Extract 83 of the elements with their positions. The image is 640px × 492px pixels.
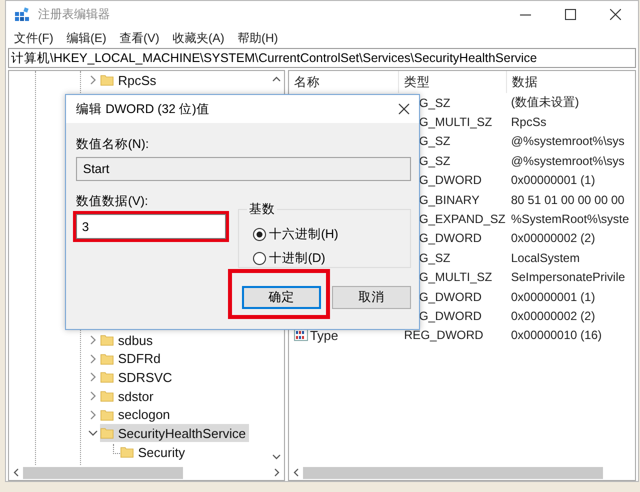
menu-item[interactable]: 文件(F) [10, 28, 62, 48]
scroll-thumb[interactable] [303, 466, 603, 478]
cubes-icon [14, 6, 30, 22]
maximize-icon [565, 9, 576, 20]
ok-button[interactable]: 确定 [242, 286, 321, 309]
folder-icon [100, 389, 114, 404]
folder-icon [100, 352, 114, 366]
value-data-field[interactable]: 3 [76, 214, 226, 239]
group-label: 基数 [248, 201, 276, 218]
value-type: G_SZ [419, 250, 450, 265]
value-data: %SystemRoot%\syste [511, 212, 630, 226]
tree-item[interactable]: sdbus [100, 331, 156, 350]
window-title: 注册表编辑器 [38, 6, 110, 23]
value-name-field[interactable]: Start [76, 157, 411, 181]
value-type: G_DWORD [419, 231, 482, 246]
expand-icon[interactable] [88, 410, 98, 420]
tree-item[interactable]: SDRSVC [100, 368, 176, 386]
folder-icon [100, 370, 114, 384]
scroll-up-icon[interactable] [272, 75, 280, 84]
value-data: @%systemroot%\sys [511, 154, 625, 168]
value-type: G_EXPAND_SZ [419, 212, 506, 226]
menu-item[interactable]: 帮助(H) [233, 28, 287, 48]
value-data: @%systemroot%\sys [511, 134, 625, 148]
value-type: G_SZ [419, 96, 450, 110]
value-data: SeImpersonatePrivile [511, 270, 626, 284]
folder-icon [100, 333, 114, 348]
folder-icon [100, 426, 114, 440]
scroll-right-icon[interactable] [272, 468, 281, 477]
value-type: REG_DWORD [404, 328, 484, 342]
radio-option[interactable]: 十进制(D) [252, 246, 326, 270]
column-header[interactable]: 数据 [507, 71, 635, 93]
value-type: G_SZ [419, 154, 450, 168]
value-type: G_DWORD [419, 308, 482, 323]
value-data: 0x00000001 (1) [511, 173, 596, 188]
tree-item[interactable]: seclogon [100, 406, 174, 424]
tree-item[interactable]: SecurityHealthService [100, 424, 249, 442]
scroll-thumb[interactable] [23, 466, 183, 478]
close-icon [398, 103, 410, 115]
binary-value-icon [294, 329, 308, 342]
field-label: 数值数据(V): [76, 193, 148, 209]
value-type: G_MULTI_SZ [419, 115, 492, 130]
value-data: 0x00000001 (1) [511, 290, 596, 304]
column-header[interactable]: 名称 [289, 71, 399, 93]
expand-icon[interactable] [88, 75, 98, 86]
menu-item[interactable]: 查看(V) [115, 28, 168, 48]
tree-item[interactable]: sdstor [100, 387, 156, 406]
value-data: RpcSs [511, 115, 546, 130]
field-label: 数值名称(N): [76, 136, 149, 152]
close-button[interactable] [396, 101, 412, 117]
menu-item[interactable]: 编辑(E) [62, 28, 116, 48]
value-type: G_DWORD [419, 290, 482, 304]
expand-icon[interactable] [88, 354, 98, 364]
dialog-title: 编辑 DWORD (32 位)值 [76, 100, 210, 118]
close-icon [610, 9, 621, 20]
tree-item[interactable]: Security [120, 443, 188, 462]
folder-icon [100, 408, 114, 422]
value-data: 0x00000002 (2) [511, 308, 596, 323]
scroll-left-icon[interactable] [12, 468, 21, 477]
value-type: G_DWORD [419, 173, 482, 188]
folder-icon [120, 445, 134, 460]
cancel-button[interactable]: 取消 [332, 286, 411, 309]
scroll-down-icon[interactable] [272, 452, 280, 461]
value-type: G_MULTI_SZ [419, 270, 492, 284]
expand-icon[interactable] [88, 391, 98, 402]
scroll-left-icon[interactable] [292, 468, 301, 477]
value-data: LocalSystem [511, 250, 580, 265]
value-data: 80 51 01 00 00 00 00 [511, 192, 624, 207]
value-type: G_SZ [419, 134, 450, 148]
value-name[interactable]: Type [310, 328, 338, 343]
radio-option[interactable]: 十六进制(H) [252, 222, 338, 246]
value-data: 0x00000010 (16) [511, 328, 602, 342]
value-data: 0x00000002 (2) [511, 231, 596, 246]
expand-icon[interactable] [88, 372, 98, 382]
column-header[interactable]: 类型 [399, 71, 507, 93]
tree-item[interactable]: RpcSs [100, 71, 160, 90]
tree-item[interactable]: SDFRd [100, 350, 164, 368]
menu-item[interactable]: 收藏夹(A) [168, 28, 234, 48]
value-type: G_BINARY [419, 192, 480, 207]
folder-icon [100, 73, 114, 88]
value-data: (数值未设置) [511, 94, 579, 112]
collapse-icon[interactable] [88, 428, 98, 438]
address-bar[interactable]: 计算机\HKEY_LOCAL_MACHINE\SYSTEM\CurrentControlSet\Services\SecurityHealthService [8, 48, 636, 68]
expand-icon[interactable] [88, 335, 98, 346]
